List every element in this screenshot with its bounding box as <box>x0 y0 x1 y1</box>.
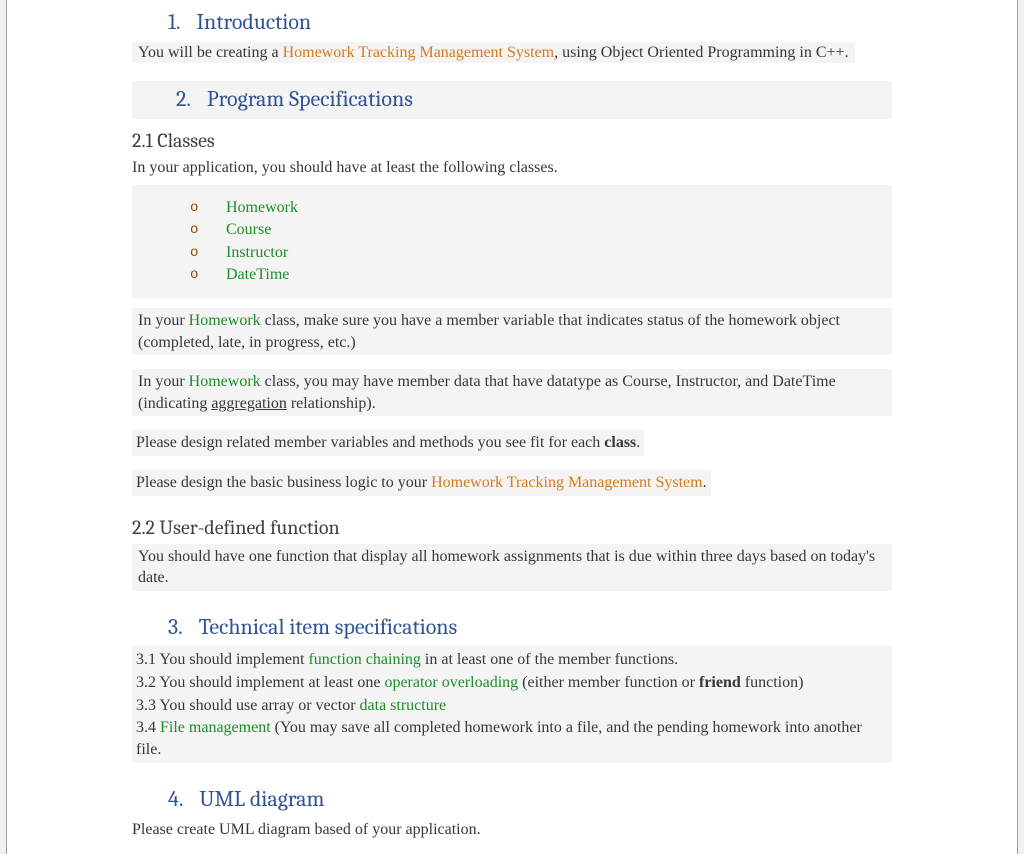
section-3-number: 3. <box>168 613 183 643</box>
section-3-body: 3.1 You should implement function chaini… <box>132 646 892 763</box>
section-3-title: Technical item specifications <box>199 614 458 640</box>
section-2-title: Program Specifications <box>207 86 413 112</box>
p1a-text: In your <box>138 312 189 329</box>
list-item: o DateTime <box>190 264 886 286</box>
class-name-homework: Homework <box>226 199 298 216</box>
p4a-text: Please design the basic business logic t… <box>136 474 431 491</box>
class-list: o Homework o Course o Instructor o DateTime <box>190 197 886 286</box>
section-1-body-highlight: You will be creating a Homework Tracking… <box>132 42 855 63</box>
l2b-text: (either member function or <box>518 674 699 691</box>
section-22-body: You should have one function that displa… <box>132 544 892 591</box>
list-bullet-icon: o <box>190 266 198 285</box>
p2b-homework: Homework <box>189 373 261 390</box>
section-21-p2: In your Homework class, you may have mem… <box>132 369 892 416</box>
list-item: o Instructor <box>190 242 886 264</box>
section-4-title: UML diagram <box>199 786 324 812</box>
section-31-line: 3.1 You should implement function chaini… <box>136 649 888 671</box>
p4-block: Please design the basic business logic t… <box>132 470 711 496</box>
section-4-heading: 4. UML diagram <box>168 785 892 815</box>
l1g-function-chaining: function chaining <box>308 651 420 668</box>
p4b-system: Homework Tracking Management System <box>431 474 703 491</box>
l4g-file-management: File management <box>160 719 271 736</box>
section-1-number: 1. <box>168 8 181 38</box>
section-22-heading: 2.2 User-defined function <box>132 514 892 541</box>
section-3-heading: 3. Technical item specifications <box>168 613 892 643</box>
list-item: o Homework <box>190 197 886 219</box>
section-32-line: 3.2 You should implement at least one op… <box>136 672 888 694</box>
list-bullet-icon: o <box>190 199 198 218</box>
page: 1. Introduction You will be creating a H… <box>6 0 1018 854</box>
p2u-aggregation: aggregation <box>211 395 287 412</box>
section-1-heading: 1. Introduction <box>168 8 892 38</box>
section-2-number: 2. <box>176 85 191 115</box>
class-list-block: o Homework o Course o Instructor o DateTime <box>132 185 892 298</box>
list-item: o Course <box>190 219 886 241</box>
p2d-text: relationship). <box>287 395 376 412</box>
p4c-text: . <box>703 474 707 491</box>
section-21-heading: 2.1 Classes <box>132 127 892 154</box>
p3b-class: class <box>604 434 636 451</box>
p3c-text: . <box>636 434 640 451</box>
intro-system-name: Homework Tracking Management System <box>283 44 555 61</box>
section-2-heading-block: 2. Program Specifications <box>132 81 892 119</box>
l1b-text: in at least one of the member functions. <box>421 651 678 668</box>
l1a-text: 3.1 You should implement <box>136 651 308 668</box>
l2c-text: function) <box>741 674 804 691</box>
intro-tail: , using Object Oriented Programming in C… <box>554 44 848 61</box>
p2a-text: In your <box>138 373 189 390</box>
class-name-course: Course <box>226 221 271 238</box>
section-21-p4: Please design the basic business logic t… <box>132 470 892 496</box>
section-21-p1: In your Homework class, make sure you ha… <box>132 308 892 355</box>
p1b-homework: Homework <box>189 312 261 329</box>
section-1-body: You will be creating a Homework Tracking… <box>132 42 892 64</box>
p3-block: Please design related member variables a… <box>132 430 644 456</box>
class-name-instructor: Instructor <box>226 244 288 261</box>
list-bullet-icon: o <box>190 244 198 263</box>
l2g-operator-overloading: operator overloading <box>384 674 518 691</box>
intro-lead: You will be creating a <box>138 44 283 61</box>
l2a-text: 3.2 You should implement at least one <box>136 674 384 691</box>
p3a-text: Please design related member variables a… <box>136 434 604 451</box>
list-bullet-icon: o <box>190 221 198 240</box>
section-4-body: Please create UML diagram based of your … <box>132 819 892 841</box>
section-21-lead: In your application, you should have at … <box>132 157 892 179</box>
l3a-text: 3.3 You should use array or vector <box>136 697 360 714</box>
section-33-line: 3.3 You should use array or vector data … <box>136 695 888 717</box>
section-34-line: 3.4 File management (You may save all co… <box>136 717 888 760</box>
l2-friend: friend <box>699 674 741 691</box>
class-name-datetime: DateTime <box>226 266 289 283</box>
section-21-p3: Please design related member variables a… <box>132 430 892 456</box>
l3g-data-structure: data structure <box>360 697 447 714</box>
l4a-text: 3.4 <box>136 719 160 736</box>
page-content: 1. Introduction You will be creating a H… <box>132 0 892 854</box>
section-1-title: Introduction <box>197 9 312 35</box>
document-viewport: 1. Introduction You will be creating a H… <box>0 0 1024 854</box>
section-4-number: 4. <box>168 785 183 815</box>
